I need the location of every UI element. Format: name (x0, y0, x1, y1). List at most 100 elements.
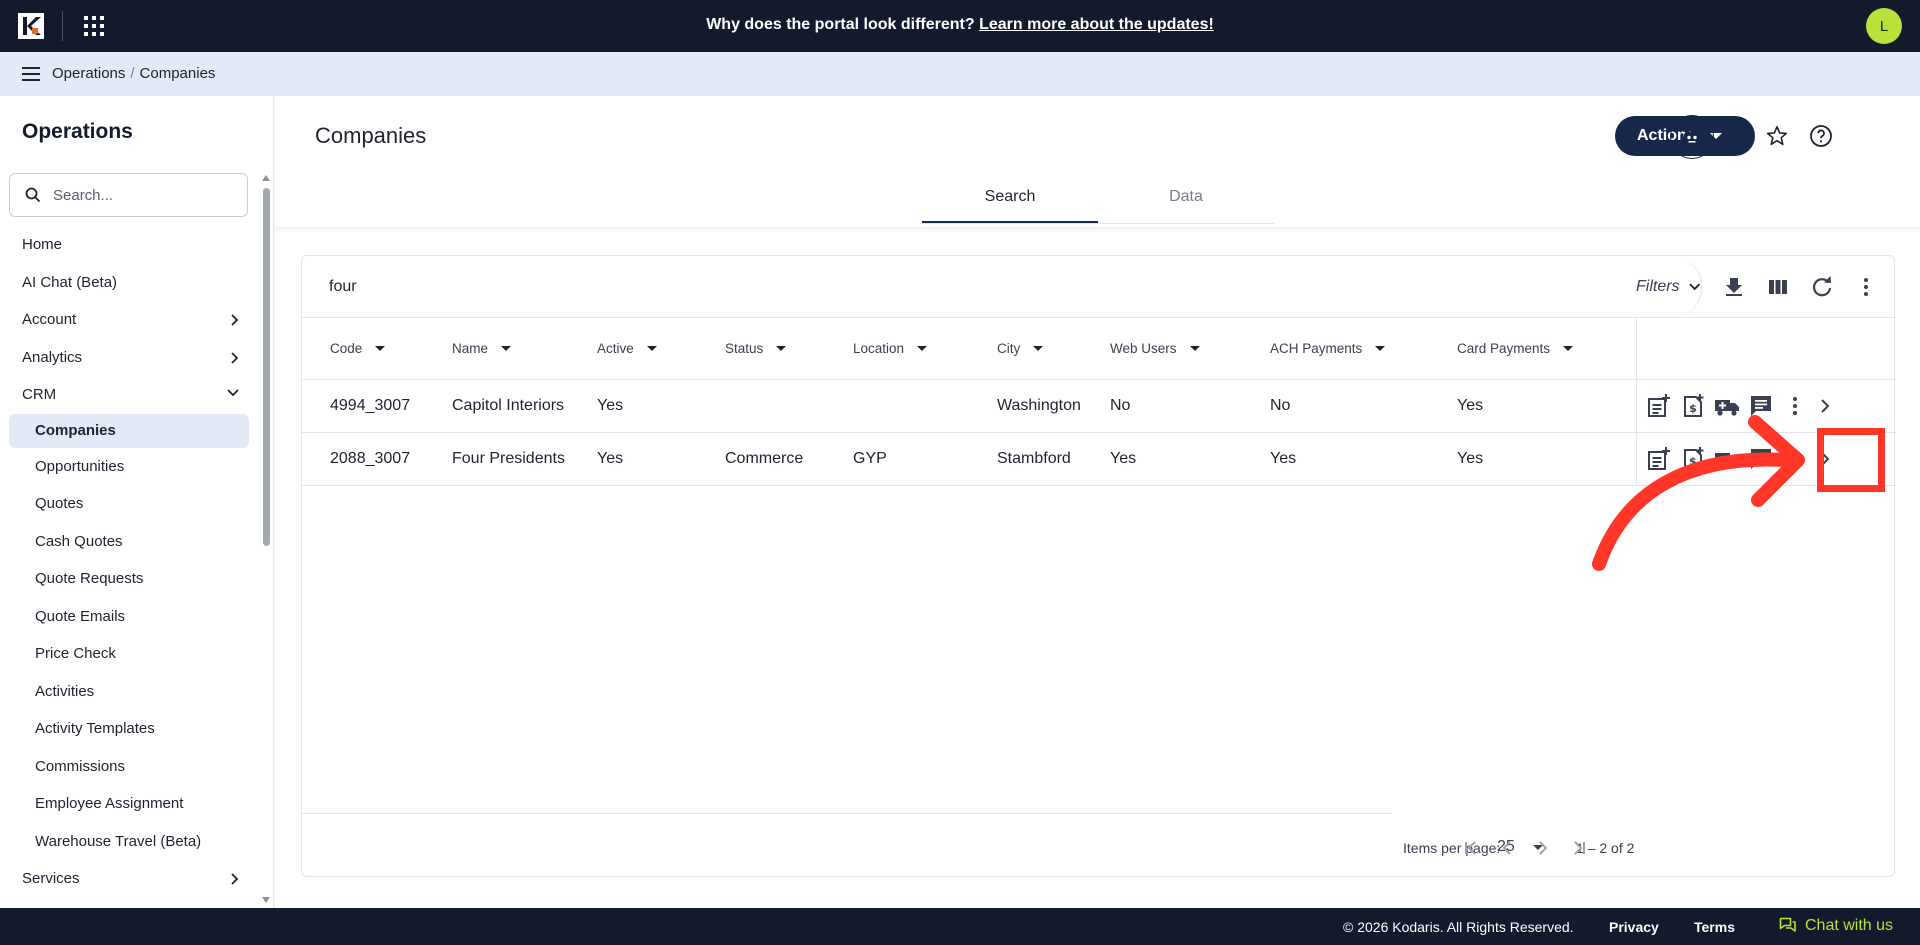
column-header-card-payments[interactable]: Card Payments (1457, 341, 1574, 356)
cell-city: Stambford (997, 450, 1071, 467)
top-bar: Why does the portal look different? Lear… (0, 0, 1920, 52)
annotation-highlight-box (1817, 428, 1885, 492)
column-header-label: Card Payments (1457, 341, 1551, 356)
sidebar-item-crm[interactable]: CRM (0, 376, 258, 414)
first-page-icon[interactable] (1459, 836, 1483, 860)
sidebar-scrollbar[interactable] (263, 188, 270, 546)
next-page-icon[interactable] (1531, 836, 1555, 860)
help-icon[interactable] (1809, 124, 1833, 148)
breadcrumb: Operations / Companies (52, 65, 215, 82)
scroll-up-arrow-icon[interactable] (261, 174, 271, 182)
chevron-right-icon (231, 351, 239, 364)
refresh-icon[interactable] (1810, 275, 1834, 299)
sidebar-item-home[interactable]: Home (0, 226, 258, 264)
column-header-city[interactable]: City (997, 341, 1044, 356)
user-avatar[interactable]: L (1866, 8, 1902, 44)
tab-data[interactable]: Data (1098, 186, 1274, 223)
sidebar-item-price-check[interactable]: Price Check (0, 635, 258, 673)
filters-button[interactable]: Filters (1602, 256, 1702, 318)
sidebar-item-ai-chat[interactable]: AI Chat (Beta) (0, 264, 258, 302)
columns-icon[interactable] (1766, 275, 1790, 299)
column-header-location[interactable]: Location (853, 341, 928, 356)
sidebar: Operations Home AI Chat (Beta) Account A… (0, 96, 274, 908)
column-header-label: Name (452, 341, 489, 356)
column-header-label: Status (725, 341, 764, 356)
sidebar-title: Operations (22, 120, 133, 143)
sidebar-item-label: Warehouse Travel (Beta) (35, 832, 202, 850)
sidebar-item-label: Account (22, 311, 77, 329)
sidebar-item-label: Services (22, 870, 80, 888)
sidebar-item-label: Companies (35, 422, 116, 439)
breadcrumb-separator: / (130, 65, 135, 82)
cell-code: 4994_3007 (330, 397, 411, 414)
hamburger-menu-icon[interactable] (22, 67, 40, 81)
breadcrumb-operations[interactable]: Operations (52, 65, 125, 82)
sort-caret-icon (776, 346, 787, 351)
cell-active: Yes (597, 397, 624, 414)
announcement-banner: Why does the portal look different? Lear… (0, 16, 1920, 34)
sidebar-item-quote-emails[interactable]: Quote Emails (0, 598, 258, 636)
sidebar-search[interactable] (9, 173, 248, 217)
chevron-down-icon (227, 389, 239, 397)
chevron-right-icon[interactable] (1812, 393, 1838, 419)
terms-link[interactable]: Terms (1694, 919, 1735, 935)
column-header-ach-payments[interactable]: ACH Payments (1270, 341, 1386, 356)
sidebar-item-label: Opportunities (35, 457, 125, 475)
sidebar-item-services[interactable]: Services (0, 860, 258, 898)
sort-caret-icon (646, 346, 657, 351)
sidebar-item-activity-templates[interactable]: Activity Templates (0, 710, 258, 748)
privacy-link[interactable]: Privacy (1609, 919, 1659, 935)
sidebar-item-account[interactable]: Account (0, 301, 258, 339)
cell-ach-payments: No (1270, 397, 1291, 414)
cell-web-users: No (1110, 397, 1131, 414)
sidebar-item-activities[interactable]: Activities (0, 673, 258, 711)
cell-card-payments: Yes (1457, 450, 1484, 467)
grid-search-input[interactable]: four (329, 278, 357, 296)
column-header-web-users[interactable]: Web Users (1110, 341, 1200, 356)
scroll-down-arrow-icon[interactable] (261, 896, 271, 904)
filters-label: Filters (1636, 278, 1680, 295)
sidebar-item-companies[interactable]: Companies (9, 413, 249, 448)
grid-footer-divider (302, 813, 1392, 814)
sidebar-item-cash-quotes[interactable]: Cash Quotes (0, 523, 258, 561)
column-header-active[interactable]: Active (597, 341, 657, 356)
sidebar-item-employee-assignment[interactable]: Employee Assignment (0, 785, 258, 823)
sidebar-item-quotes[interactable]: Quotes (0, 485, 258, 523)
column-header-name[interactable]: Name (452, 341, 512, 356)
items-per-page-label: Items per page: (1403, 840, 1501, 856)
robot-icon (1681, 126, 1703, 145)
sidebar-item-label: Home (22, 236, 63, 254)
sidebar-item-commissions[interactable]: Commissions (0, 748, 258, 786)
sidebar-item-label: CRM (22, 386, 57, 404)
ai-assistant-button[interactable] (1670, 115, 1714, 159)
sidebar-item-quote-requests[interactable]: Quote Requests (0, 560, 258, 598)
column-header-status[interactable]: Status (725, 341, 787, 356)
sort-caret-icon (1189, 346, 1200, 351)
sidebar-item-label: Activities (35, 682, 95, 700)
download-icon[interactable] (1722, 275, 1746, 299)
announcement-link[interactable]: Learn more about the updates! (979, 16, 1214, 33)
column-header-code[interactable]: Code (330, 341, 386, 356)
chat-button[interactable]: Chat with us (1779, 917, 1893, 935)
sidebar-item-warehouse-travel[interactable]: Warehouse Travel (Beta) (0, 823, 258, 861)
cell-active: Yes (597, 450, 624, 467)
sort-caret-icon (917, 346, 928, 351)
sidebar-item-label: Cash Quotes (35, 532, 123, 550)
footer-bar: © 2026 Kodaris. All Rights Reserved. Pri… (0, 908, 1920, 945)
cell-city: Washington (997, 397, 1081, 414)
sidebar-item-opportunities[interactable]: Opportunities (0, 448, 258, 486)
star-icon[interactable] (1765, 124, 1789, 148)
last-page-icon[interactable] (1567, 836, 1591, 860)
sidebar-item-analytics[interactable]: Analytics (0, 339, 258, 377)
column-header-label: ACH Payments (1270, 341, 1363, 356)
sort-caret-icon (375, 346, 386, 351)
chevron-right-icon (231, 314, 239, 326)
page-title: Companies (315, 123, 427, 148)
sidebar-search-input[interactable] (53, 186, 233, 204)
previous-page-icon[interactable] (1495, 836, 1519, 860)
breadcrumb-companies: Companies (139, 65, 216, 82)
tab-search[interactable]: Search (922, 186, 1098, 223)
more-vertical-icon[interactable] (1854, 275, 1878, 299)
column-header-label: Web Users (1110, 341, 1177, 356)
sort-caret-icon (501, 346, 512, 351)
